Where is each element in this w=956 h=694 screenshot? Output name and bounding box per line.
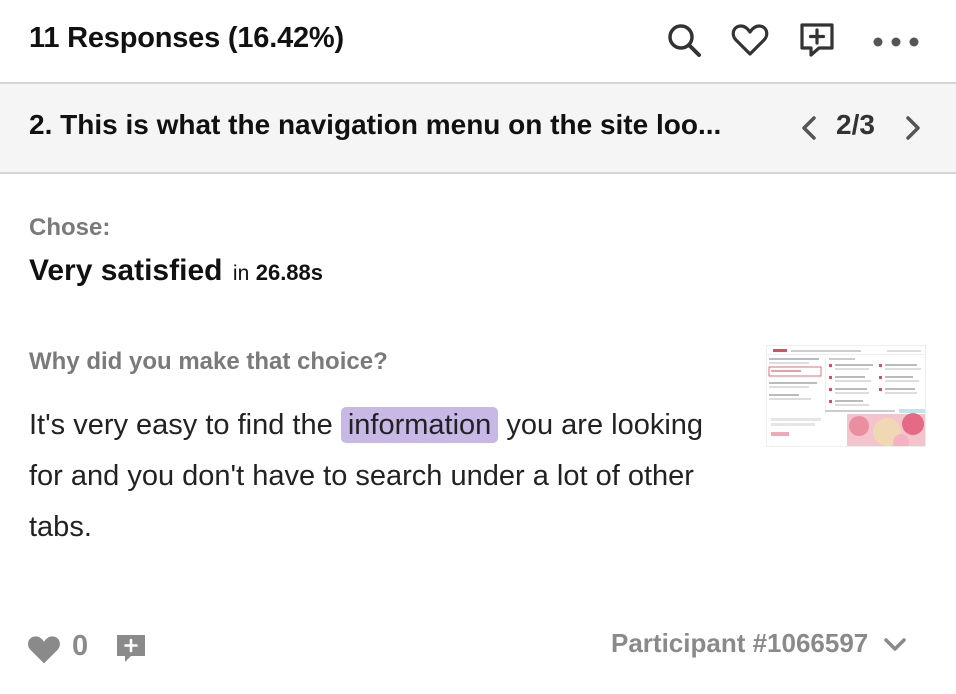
add-comment-icon[interactable] (797, 20, 837, 60)
screenshot-thumbnail[interactable] (766, 345, 926, 447)
more-icon[interactable] (870, 20, 922, 60)
question-bar: 2. This is what the navigation menu on t… (0, 84, 956, 174)
response-text: It's very easy to find the information y… (29, 400, 729, 553)
next-question-chevron-icon[interactable] (902, 108, 924, 153)
chevron-down-icon (883, 638, 906, 651)
chose-label: Chose: (29, 214, 111, 241)
answer-row: Very satisfied in 26.88s (29, 254, 323, 288)
search-icon[interactable] (664, 20, 704, 60)
response-header: 11 Responses (16.42%) (0, 0, 956, 84)
why-question-label: Why did you make that choice? (29, 348, 388, 375)
question-title: 2. This is what the navigation menu on t… (29, 109, 722, 140)
participant-dropdown[interactable]: Participant #1066597 (611, 628, 908, 659)
thumbnail-image (767, 346, 925, 446)
response-duration: 26.88s (255, 260, 324, 285)
heart-icon[interactable] (730, 20, 770, 60)
response-text-before: It's very easy to find the (29, 409, 333, 441)
chosen-answer: Very satisfied (29, 254, 223, 287)
in-word: in (232, 262, 250, 285)
participant-label: Participant #1066597 (611, 628, 869, 658)
like-count: 0 (72, 630, 89, 662)
highlighted-word[interactable]: information (340, 407, 499, 443)
like-heart-icon[interactable] (26, 632, 62, 671)
add-comment-icon[interactable] (116, 634, 146, 669)
question-pager: 2/3 (836, 109, 875, 140)
responses-count-title: 11 Responses (16.42%) (29, 22, 344, 54)
previous-question-chevron-icon[interactable] (798, 108, 820, 153)
